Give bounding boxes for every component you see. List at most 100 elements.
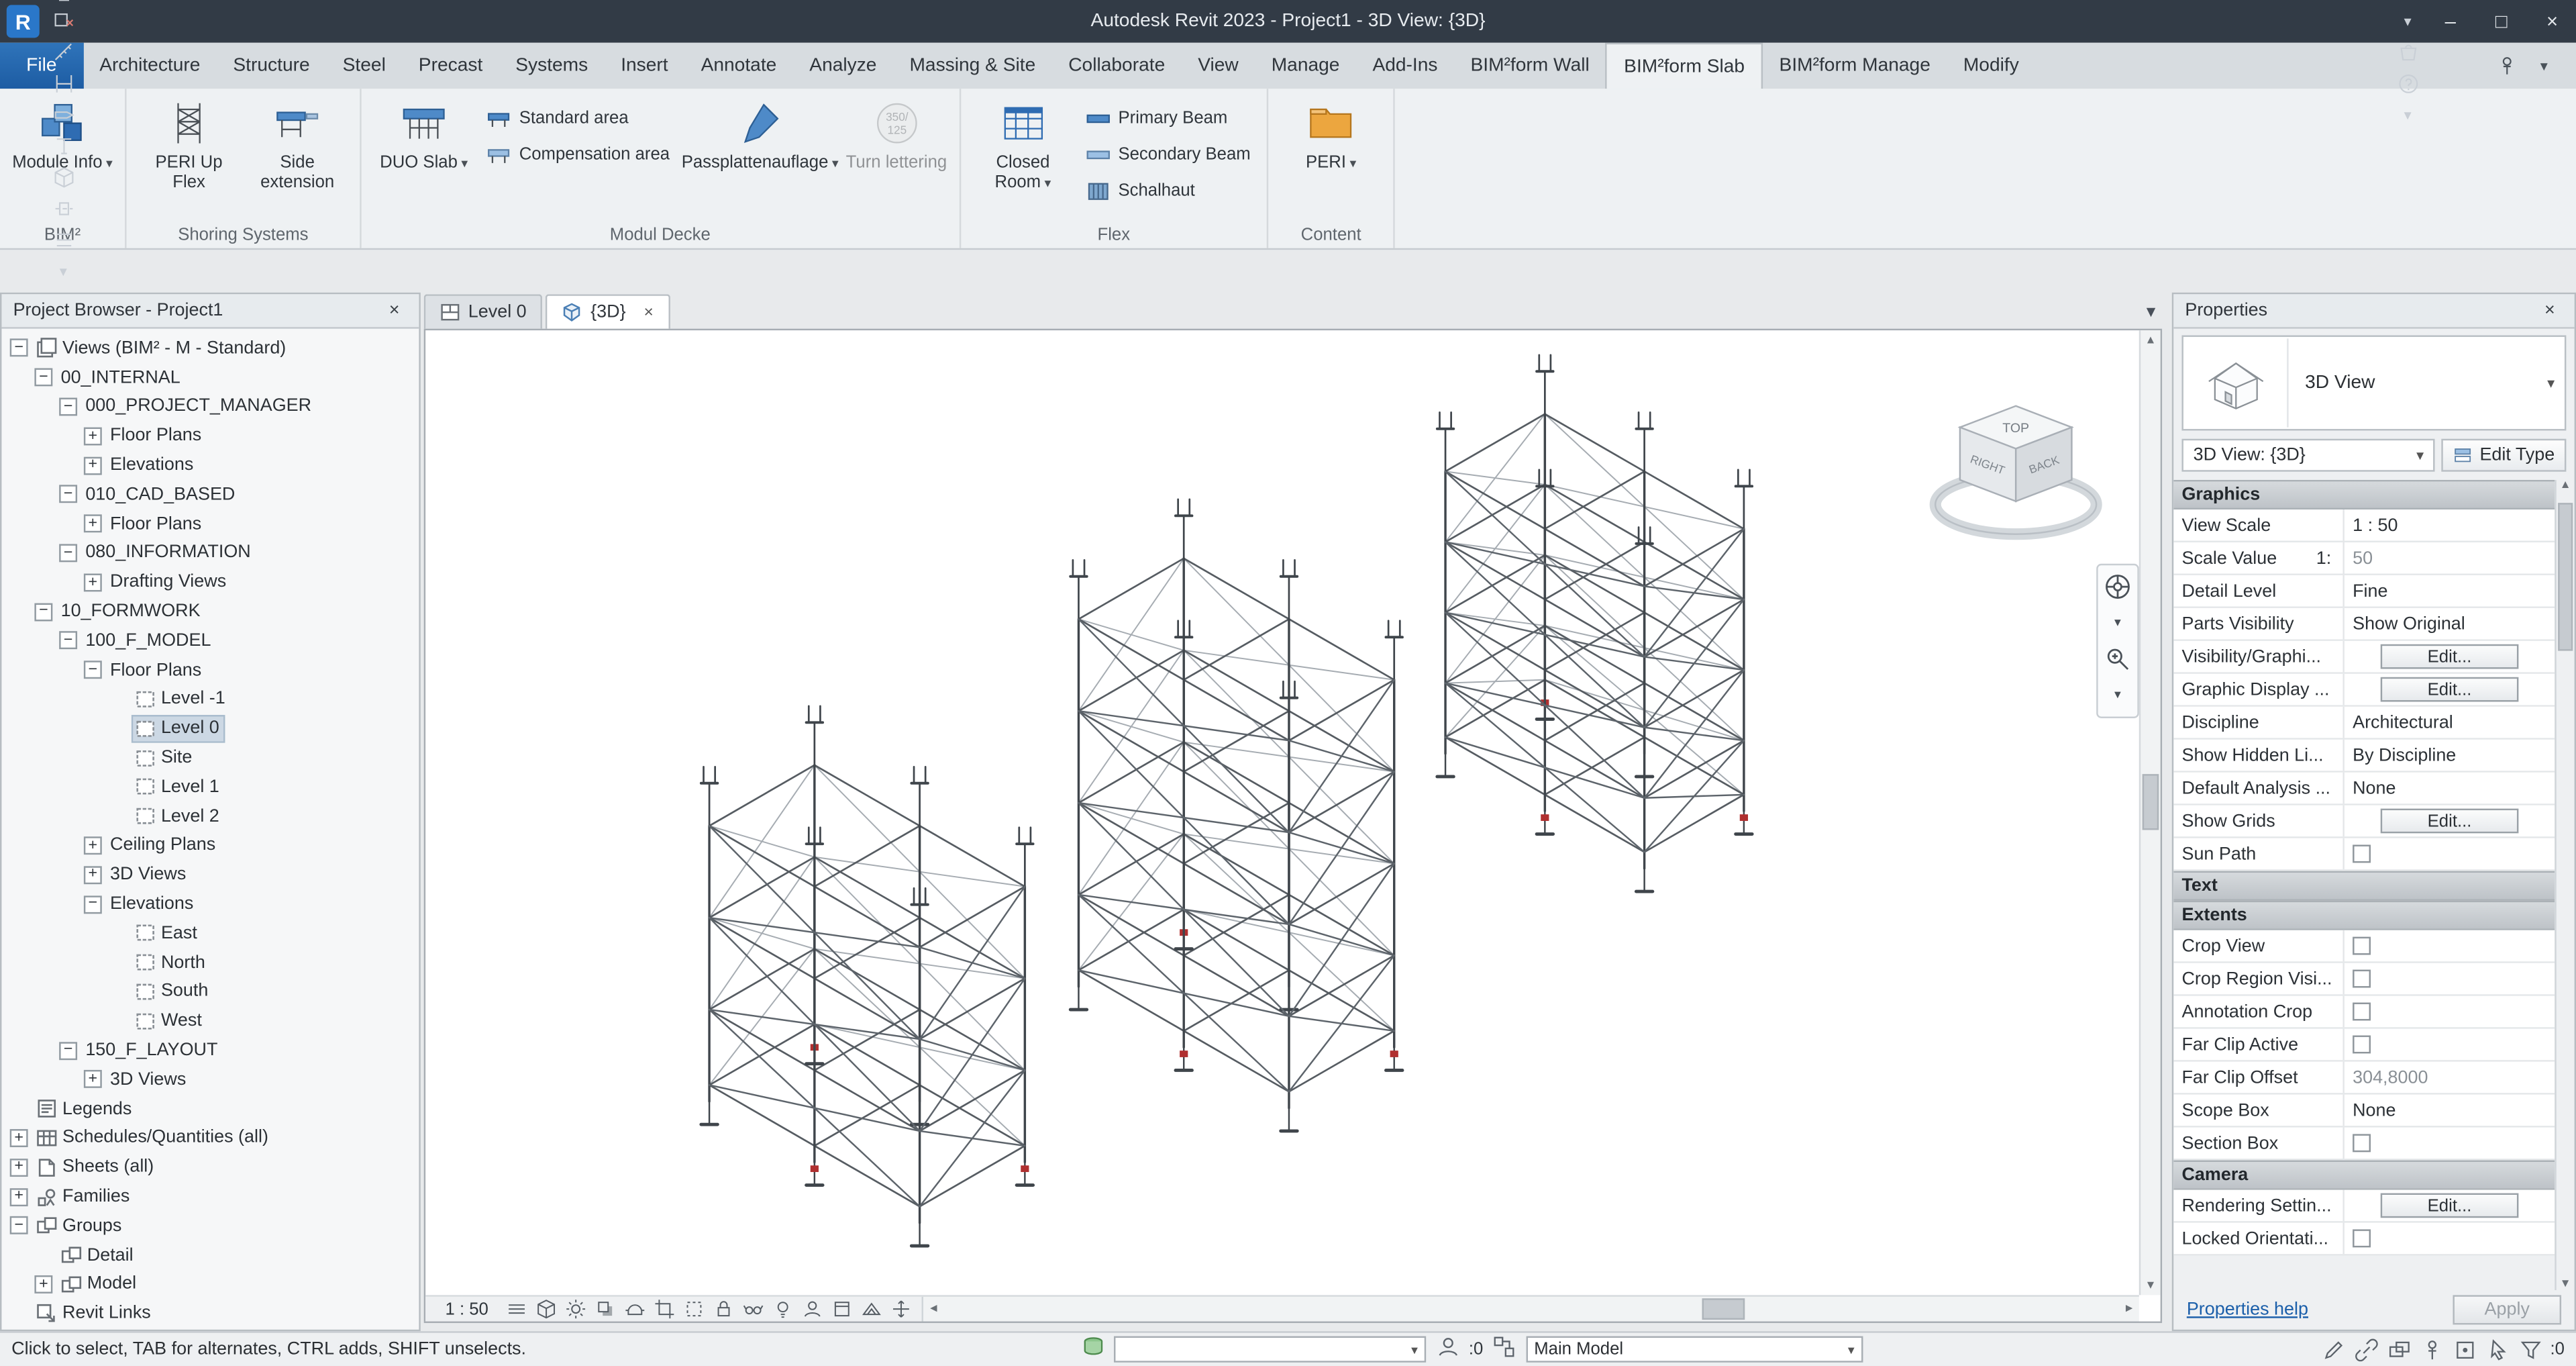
tree-expand-toggle[interactable]: +: [34, 1275, 52, 1294]
temporary-hide-isolate-icon[interactable]: [739, 1298, 766, 1320]
view-tab-3d[interactable]: {3D}×: [546, 294, 670, 328]
show-crop-region-icon[interactable]: [680, 1298, 707, 1320]
tree-item-010-cad-based[interactable]: −010_CAD_BASED: [1, 480, 419, 509]
tree-item-00-internal[interactable]: −00_INTERNAL: [1, 363, 419, 393]
scroll-up-arrow[interactable]: ▲: [2145, 330, 2156, 350]
text-icon[interactable]: [48, 131, 79, 162]
checkbox-annotation-crop[interactable]: [2353, 1003, 2371, 1021]
ribbon-button-compensation-area[interactable]: Compensation area: [480, 140, 676, 169]
tree-item-north[interactable]: North: [1, 948, 419, 977]
tree-expand-toggle[interactable]: +: [84, 573, 102, 591]
tree-collapse-toggle[interactable]: −: [59, 632, 77, 650]
crop-view-icon[interactable]: [651, 1298, 677, 1320]
design-options-icon[interactable]: [1492, 1334, 1518, 1360]
checkbox-section-box[interactable]: [2353, 1134, 2371, 1152]
editable-only-icon[interactable]: [2320, 1336, 2347, 1363]
close-hidden-windows-icon[interactable]: [48, 6, 79, 38]
edit-button-rendering-settin[interactable]: Edit...: [2380, 1193, 2520, 1218]
property-value-graphic-display[interactable]: Edit...: [2345, 674, 2555, 705]
editing-requests-icon[interactable]: [1434, 1334, 1460, 1360]
tab-massing-site[interactable]: Massing & Site: [893, 43, 1052, 89]
tab-bim-form-wall[interactable]: BIM²form Wall: [1454, 43, 1606, 89]
select-links-icon[interactable]: [2353, 1336, 2379, 1363]
property-value-crop-view[interactable]: [2345, 930, 2555, 962]
tree-item-level-2[interactable]: Level 2: [1, 801, 419, 831]
checkbox-locked-orientati[interactable]: [2353, 1229, 2371, 1247]
ribbon-button-peri-up-flex[interactable]: PERI Up Flex: [136, 94, 242, 199]
tab-annotate[interactable]: Annotate: [684, 43, 793, 89]
ribbon-panel-label-content[interactable]: Content: [1270, 220, 1392, 248]
tag-icon[interactable]: [48, 99, 79, 131]
property-value-visibility-graphi[interactable]: Edit...: [2345, 641, 2555, 673]
canvas-vertical-scrollbar[interactable]: ▲ ▼: [2139, 330, 2161, 1295]
property-value-crop-region-visi[interactable]: [2345, 963, 2555, 995]
tree-item-elevations[interactable]: +Elevations: [1, 450, 419, 480]
edit-button-graphic-display[interactable]: Edit...: [2380, 677, 2520, 702]
print-icon[interactable]: [48, 0, 79, 6]
view-tab-overflow-arrow[interactable]: ▾: [2147, 300, 2162, 322]
tree-expand-toggle[interactable]: +: [84, 836, 102, 855]
dropdown-arrow-icon[interactable]: ▾: [103, 156, 113, 171]
tab-architecture[interactable]: Architecture: [83, 43, 217, 89]
checkbox-far-clip-active[interactable]: [2353, 1035, 2371, 1053]
tree-item-3d-views[interactable]: +3D Views: [1, 860, 419, 889]
view-cube[interactable]: TOP RIGHT BACK: [1927, 393, 2111, 550]
horizontal-scroll-thumb[interactable]: [1702, 1298, 1745, 1320]
aligned-dimension-icon[interactable]: [48, 68, 79, 100]
property-value-annotation-crop[interactable]: [2345, 996, 2555, 1028]
property-value-view-scale[interactable]: 1 : 50: [2345, 509, 2555, 541]
tree-item-floor-plans[interactable]: −Floor Plans: [1, 655, 419, 685]
ribbon-button-passplattenauflage[interactable]: Passplattenauflage ▾: [680, 94, 841, 179]
tree-item-floor-plans[interactable]: +Floor Plans: [1, 509, 419, 538]
properties-scroll-down-arrow[interactable]: ▼: [2560, 1279, 2571, 1290]
tree-item-south[interactable]: South: [1, 977, 419, 1007]
tree-item-ceiling-plans[interactable]: +Ceiling Plans: [1, 831, 419, 861]
project-browser-close-button[interactable]: ×: [381, 301, 407, 320]
ribbon-button-closed-room[interactable]: Closed Room ▾: [970, 94, 1076, 199]
tab-manage[interactable]: Manage: [1255, 43, 1356, 89]
visual-style-icon[interactable]: [533, 1298, 559, 1320]
ribbon-button-side-extension[interactable]: Side extension: [245, 94, 350, 199]
tree-collapse-toggle[interactable]: −: [59, 397, 77, 416]
select-pinned-icon[interactable]: [2419, 1336, 2445, 1363]
sun-path-icon[interactable]: [562, 1298, 588, 1320]
zoom-dropdown-arrow[interactable]: ▾: [2103, 681, 2132, 710]
full-navigation-wheel-icon[interactable]: [2103, 572, 2132, 601]
scroll-left-arrow[interactable]: ◄: [924, 1304, 943, 1315]
tree-item-model[interactable]: +Model: [1, 1269, 419, 1299]
tree-item-schedules-quantities-all[interactable]: +Schedules/Quantities (all): [1, 1124, 419, 1153]
tree-item-legends[interactable]: Legends: [1, 1094, 419, 1124]
tree-item-floor-plans[interactable]: +Floor Plans: [1, 422, 419, 451]
tree-expand-toggle[interactable]: +: [84, 1071, 102, 1089]
properties-section-camera[interactable]: Camera: [2173, 1161, 2555, 1190]
property-value-scope-box[interactable]: None: [2345, 1095, 2555, 1126]
tree-expand-toggle[interactable]: +: [84, 515, 102, 533]
tree-item-100-f-model[interactable]: −100_F_MODEL: [1, 626, 419, 656]
tree-collapse-toggle[interactable]: −: [34, 369, 52, 387]
type-selector-arrow[interactable]: ▾: [2547, 374, 2565, 392]
design-options-combo-arrow[interactable]: ▾: [1848, 1342, 1855, 1357]
viewcube-top-label[interactable]: TOP: [2002, 421, 2029, 436]
tree-collapse-toggle[interactable]: −: [59, 1041, 77, 1059]
scroll-down-arrow[interactable]: ▼: [2145, 1275, 2156, 1295]
filter-icon[interactable]: [2518, 1336, 2544, 1363]
instance-selector-arrow[interactable]: ▾: [2416, 446, 2424, 465]
property-value-sun-path[interactable]: [2345, 838, 2555, 870]
worksets-icon[interactable]: [1080, 1334, 1106, 1360]
minimize-button[interactable]: –: [2426, 0, 2474, 43]
vertical-scroll-thumb[interactable]: [2143, 774, 2159, 830]
reveal-hidden-elements-icon[interactable]: [770, 1298, 796, 1320]
properties-section-graphics[interactable]: Graphics: [2173, 480, 2555, 509]
checkbox-crop-view[interactable]: [2353, 937, 2371, 955]
tab-collaborate[interactable]: Collaborate: [1052, 43, 1182, 89]
tab-precast[interactable]: Precast: [402, 43, 499, 89]
tree-expand-toggle[interactable]: +: [84, 456, 102, 475]
dropdown-arrow-icon[interactable]: ▾: [1041, 177, 1051, 191]
properties-scroll-up-arrow[interactable]: ▲: [2560, 480, 2571, 491]
tree-item-3d-views[interactable]: +3D Views: [1, 1065, 419, 1094]
worksharing-display-icon[interactable]: [799, 1298, 825, 1320]
ribbon-panel-label-flex[interactable]: Flex: [962, 220, 1266, 248]
analytical-model-icon[interactable]: [858, 1298, 884, 1320]
ribbon-button-peri[interactable]: PERI ▾: [1278, 94, 1384, 179]
tree-collapse-toggle[interactable]: −: [84, 661, 102, 679]
